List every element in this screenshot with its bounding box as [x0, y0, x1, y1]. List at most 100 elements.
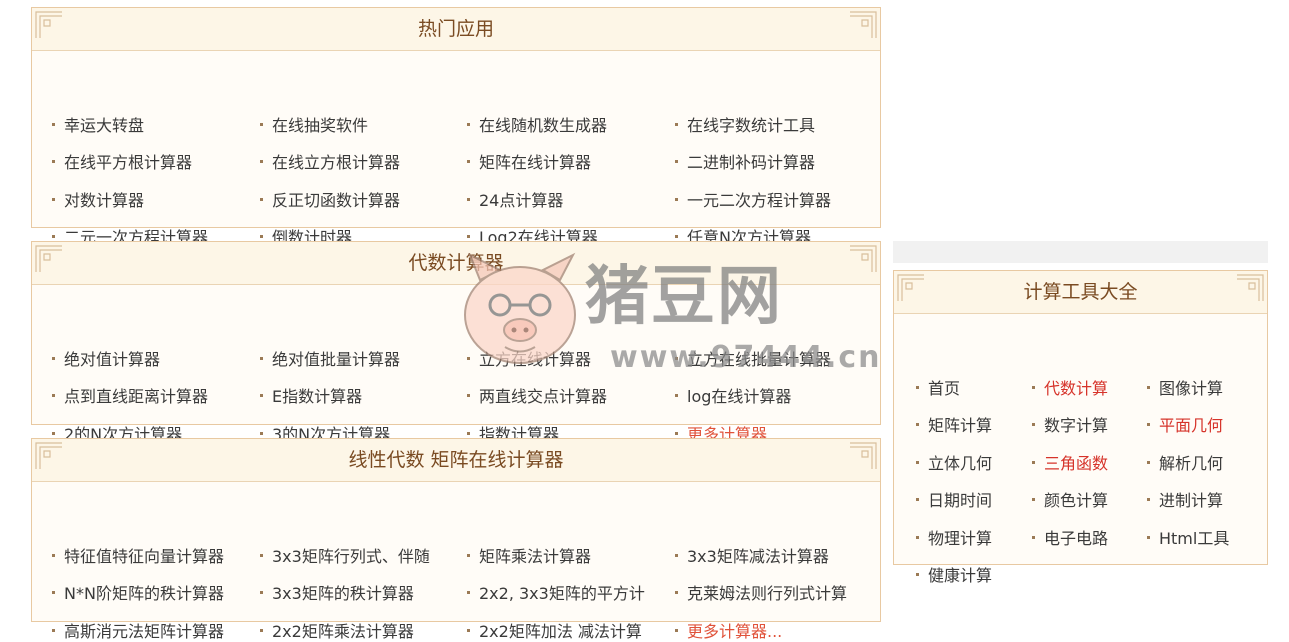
- corner-ornament-icon: [1237, 274, 1264, 301]
- bullet-icon: [467, 160, 470, 163]
- link-item[interactable]: 在线随机数生成器: [467, 116, 607, 136]
- category-analytic-geometry[interactable]: 解析几何: [1147, 454, 1223, 474]
- link-item[interactable]: 矩阵乘法计算器: [467, 547, 591, 567]
- category-physics[interactable]: 物理计算: [916, 529, 992, 549]
- bullet-icon: [260, 629, 263, 632]
- bullet-icon: [52, 591, 55, 594]
- link-item[interactable]: 3x3矩阵行列式、伴随: [260, 547, 430, 567]
- panel-title: 代数计算器: [408, 252, 504, 274]
- panel-header: 热门应用: [32, 8, 880, 51]
- corner-ornament-icon: [35, 245, 62, 272]
- link-item[interactable]: 立方在线计算器: [467, 350, 591, 370]
- bullet-icon: [467, 591, 470, 594]
- bullet-icon: [916, 386, 919, 389]
- bullet-icon: [260, 394, 263, 397]
- category-color[interactable]: 颜色计算: [1032, 491, 1108, 511]
- link-item[interactable]: E指数计算器: [260, 387, 362, 407]
- category-plane-geometry[interactable]: 平面几何: [1147, 416, 1223, 436]
- bullet-icon: [52, 235, 55, 238]
- bullet-icon: [467, 357, 470, 360]
- bullet-icon: [1032, 536, 1035, 539]
- link-item[interactable]: 2x2矩阵乘法计算器: [260, 622, 414, 642]
- link-item[interactable]: 反正切函数计算器: [260, 191, 400, 211]
- bullet-icon: [52, 629, 55, 632]
- bullet-icon: [675, 235, 678, 238]
- bullet-icon: [1147, 423, 1150, 426]
- bullet-icon: [1147, 536, 1150, 539]
- link-item[interactable]: 立方在线批量计算器: [675, 350, 831, 370]
- link-item[interactable]: 特征值特征向量计算器: [52, 547, 224, 567]
- link-item[interactable]: 3x3矩阵减法计算器: [675, 547, 829, 567]
- link-item[interactable]: 3x3矩阵的秩计算器: [260, 584, 414, 604]
- link-item[interactable]: 克莱姆法则行列式计算: [675, 584, 847, 604]
- link-item[interactable]: 2x2, 3x3矩阵的平方计: [467, 584, 645, 604]
- bullet-icon: [675, 629, 678, 632]
- bullet-icon: [675, 198, 678, 201]
- bullet-icon: [260, 160, 263, 163]
- category-graph[interactable]: 图像计算: [1147, 379, 1223, 399]
- link-item[interactable]: 矩阵在线计算器: [467, 153, 591, 173]
- corner-ornament-icon: [35, 11, 62, 38]
- category-base-conversion[interactable]: 进制计算: [1147, 491, 1223, 511]
- link-item[interactable]: 绝对值批量计算器: [260, 350, 400, 370]
- more-link[interactable]: 更多计算器...: [675, 622, 782, 642]
- bullet-icon: [467, 394, 470, 397]
- link-item[interactable]: 高斯消元法矩阵计算器: [52, 622, 224, 642]
- link-item[interactable]: 在线平方根计算器: [52, 153, 192, 173]
- category-matrix[interactable]: 矩阵计算: [916, 416, 992, 436]
- bullet-icon: [916, 536, 919, 539]
- link-item[interactable]: 一元二次方程计算器: [675, 191, 831, 211]
- bullet-icon: [1147, 386, 1150, 389]
- bullet-icon: [675, 554, 678, 557]
- bullet-icon: [467, 198, 470, 201]
- link-item[interactable]: log在线计算器: [675, 387, 791, 407]
- link-item[interactable]: 二进制补码计算器: [675, 153, 815, 173]
- panel-algebra: 代数计算器 绝对值计算器 绝对值批量计算器 立方在线计算器 立方在线批量计算器 …: [31, 241, 881, 444]
- bullet-icon: [260, 357, 263, 360]
- link-item[interactable]: 点到直线距离计算器: [52, 387, 208, 407]
- category-solid-geometry[interactable]: 立体几何: [916, 454, 992, 474]
- bullet-icon: [260, 554, 263, 557]
- panel-title: 热门应用: [417, 18, 494, 40]
- bullet-icon: [467, 554, 470, 557]
- bullet-icon: [52, 357, 55, 360]
- corner-ornament-icon: [35, 442, 62, 469]
- link-item[interactable]: 幸运大转盘: [52, 116, 144, 136]
- link-item[interactable]: 24点计算器: [467, 191, 563, 211]
- category-html-tools[interactable]: Html工具: [1147, 529, 1229, 549]
- link-item[interactable]: 绝对值计算器: [52, 350, 160, 370]
- link-item[interactable]: 对数计算器: [52, 191, 144, 211]
- sidebar-spacer-bar: [893, 241, 1268, 263]
- bullet-icon: [1032, 498, 1035, 501]
- corner-ornament-icon: [897, 274, 924, 301]
- panel-hot-apps: 热门应用 幸运大转盘 在线抽奖软件 在线随机数生成器 在线字数统计工具 在线平方…: [31, 7, 881, 247]
- category-trig[interactable]: 三角函数: [1032, 454, 1108, 474]
- bullet-icon: [675, 357, 678, 360]
- panel-header: 计算工具大全: [894, 271, 1267, 314]
- category-home[interactable]: 首页: [916, 379, 960, 399]
- link-item[interactable]: 2x2矩阵加法 减法计算: [467, 622, 642, 642]
- category-number[interactable]: 数字计算: [1032, 416, 1108, 436]
- category-algebra[interactable]: 代数计算: [1032, 379, 1108, 399]
- bullet-icon: [467, 432, 470, 435]
- link-item[interactable]: 在线立方根计算器: [260, 153, 400, 173]
- bullet-icon: [916, 461, 919, 464]
- bullet-icon: [260, 123, 263, 126]
- link-item[interactable]: 两直线交点计算器: [467, 387, 607, 407]
- link-item[interactable]: N*N阶矩阵的秩计算器: [52, 584, 224, 604]
- link-item[interactable]: 在线字数统计工具: [675, 116, 815, 136]
- bullet-icon: [260, 198, 263, 201]
- category-datetime[interactable]: 日期时间: [916, 491, 992, 511]
- category-health[interactable]: 健康计算: [916, 566, 992, 586]
- category-circuit[interactable]: 电子电路: [1032, 529, 1108, 549]
- panel-calc-tools: 计算工具大全 首页 代数计算 图像计算 矩阵计算 数字计算 平面几何 立体几何 …: [893, 270, 1268, 585]
- link-item[interactable]: 在线抽奖软件: [260, 116, 368, 136]
- bullet-icon: [1032, 423, 1035, 426]
- bullet-icon: [1147, 498, 1150, 501]
- bullet-icon: [1032, 386, 1035, 389]
- panel-title: 计算工具大全: [1023, 281, 1138, 303]
- bullet-icon: [675, 160, 678, 163]
- bullet-icon: [675, 432, 678, 435]
- corner-ornament-icon: [850, 245, 877, 272]
- bullet-icon: [916, 573, 919, 576]
